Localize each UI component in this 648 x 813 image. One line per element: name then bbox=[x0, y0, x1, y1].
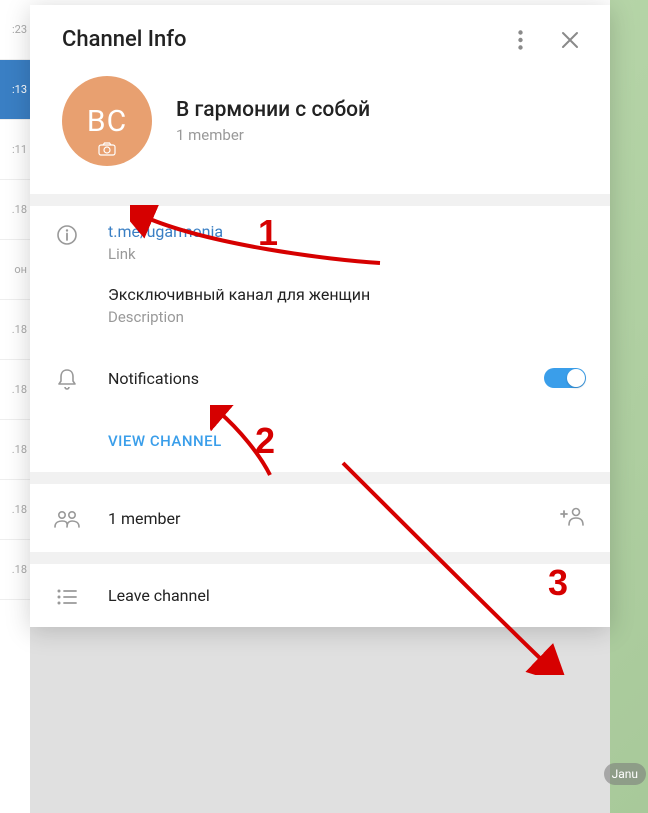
header-actions bbox=[508, 28, 582, 52]
link-row[interactable]: t.me/ugarmonia Link bbox=[30, 206, 610, 277]
channel-info-panel: Channel Info ВС В гармонии с собой 1 mem… bbox=[30, 5, 610, 627]
link-label: Link bbox=[108, 245, 586, 263]
info-section: t.me/ugarmonia Link Эксключивный канал д… bbox=[30, 206, 610, 472]
bell-icon bbox=[54, 368, 80, 390]
link-value: t.me/ugarmonia bbox=[108, 222, 586, 241]
description-label: Description bbox=[108, 308, 586, 326]
bg-chat-item: :11 bbox=[0, 120, 30, 180]
bg-chat-item: .18 bbox=[0, 420, 30, 480]
description-value: Эксключивный канал для женщин bbox=[108, 285, 586, 304]
bg-chat-item: .18 bbox=[0, 300, 30, 360]
panel-title: Channel Info bbox=[62, 27, 187, 52]
bg-chat-list: :23 :13 :11 .18 он .18 .18 .18 .18 .18 bbox=[0, 0, 30, 813]
bg-date-pill: Janu bbox=[604, 763, 646, 785]
members-row[interactable]: 1 member bbox=[30, 484, 610, 552]
more-icon[interactable] bbox=[508, 28, 532, 52]
bg-chat-item: .18 bbox=[0, 540, 30, 600]
description-row[interactable]: Эксключивный канал для женщин Descriptio… bbox=[30, 277, 610, 348]
camera-icon bbox=[98, 141, 116, 160]
members-label: 1 member bbox=[108, 509, 532, 528]
bg-chat-item: .18 bbox=[0, 360, 30, 420]
bg-chat-item: он bbox=[0, 240, 30, 300]
leave-row[interactable]: Leave channel bbox=[30, 564, 610, 627]
add-member-icon[interactable] bbox=[560, 506, 586, 530]
bg-chat-item: :23 bbox=[0, 0, 30, 60]
channel-name: В гармонии с собой bbox=[176, 98, 370, 122]
leave-label: Leave channel bbox=[108, 586, 210, 605]
link-content: t.me/ugarmonia Link bbox=[108, 222, 586, 263]
bg-chat-area bbox=[610, 0, 648, 813]
info-icon bbox=[54, 224, 80, 246]
profile-section: ВС В гармонии с собой 1 member bbox=[30, 62, 610, 194]
members-section: 1 member bbox=[30, 484, 610, 552]
view-channel-button[interactable]: VIEW CHANNEL bbox=[30, 412, 610, 472]
notifications-toggle[interactable] bbox=[544, 368, 586, 388]
profile-text: В гармонии с собой 1 member bbox=[176, 98, 370, 144]
channel-avatar[interactable]: ВС bbox=[62, 76, 152, 166]
notifications-label: Notifications bbox=[108, 369, 516, 388]
leave-section: Leave channel bbox=[30, 564, 610, 627]
members-icon bbox=[54, 510, 80, 528]
list-icon bbox=[54, 589, 80, 605]
notifications-row: Notifications bbox=[30, 348, 610, 412]
bg-chat-item: .18 bbox=[0, 180, 30, 240]
bg-chat-item: .18 bbox=[0, 480, 30, 540]
close-icon[interactable] bbox=[558, 28, 582, 52]
member-count: 1 member bbox=[176, 126, 370, 144]
panel-header: Channel Info bbox=[30, 5, 610, 62]
bg-chat-item: :13 bbox=[0, 60, 30, 120]
avatar-initials: ВС bbox=[87, 104, 127, 139]
